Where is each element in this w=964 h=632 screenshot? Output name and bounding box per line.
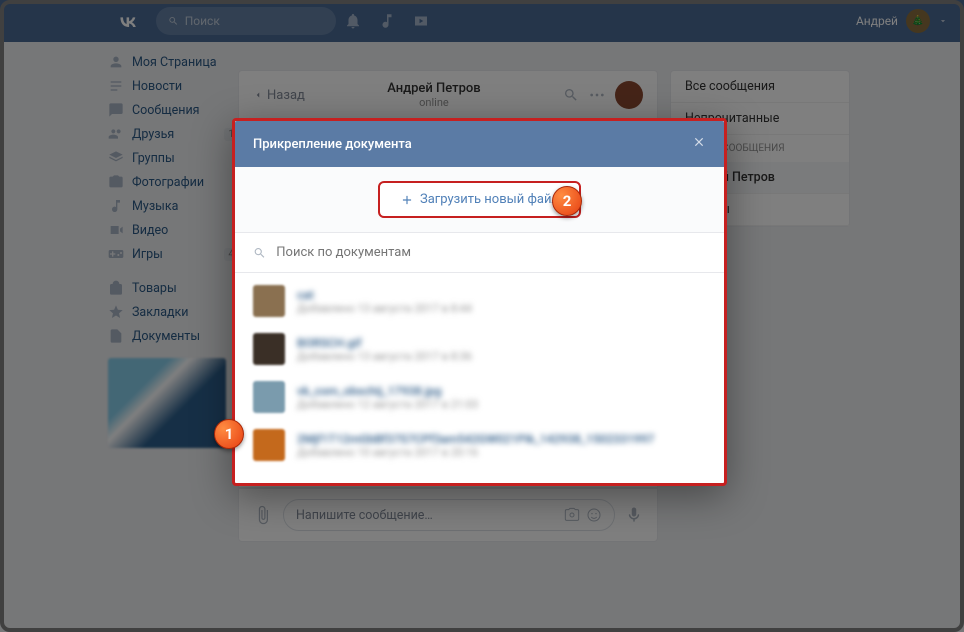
modal-header: Прикрепление документа bbox=[235, 121, 724, 167]
annotation-badge-1: 1 bbox=[214, 419, 244, 449]
plus-icon bbox=[400, 193, 414, 207]
upload-section: Загрузить новый файл bbox=[235, 167, 724, 233]
search-documents[interactable] bbox=[235, 233, 724, 273]
attach-document-modal: Прикрепление документа Загрузить новый ф… bbox=[232, 118, 727, 486]
doc-thumbnail bbox=[253, 333, 285, 365]
document-item[interactable]: vk_com_obschij_17938.jpgДобавлено 12 авг… bbox=[253, 373, 706, 421]
close-icon[interactable] bbox=[692, 135, 706, 153]
documents-search-input[interactable] bbox=[276, 245, 706, 260]
doc-thumbnail bbox=[253, 285, 285, 317]
document-item[interactable]: 2Mjf1T12mGbBf37S7CPf3am542GW021Pik_14293… bbox=[253, 421, 706, 469]
upload-new-file-button[interactable]: Загрузить новый файл bbox=[378, 181, 581, 218]
document-list: catДобавлено 13 августа 2017 в 8:44 BORS… bbox=[235, 273, 724, 483]
annotation-badge-2: 2 bbox=[552, 186, 582, 216]
modal-title: Прикрепление документа bbox=[253, 137, 412, 152]
search-icon bbox=[253, 246, 266, 260]
doc-thumbnail bbox=[253, 429, 285, 461]
document-item[interactable]: catДобавлено 13 августа 2017 в 8:44 bbox=[253, 277, 706, 325]
doc-thumbnail bbox=[253, 381, 285, 413]
document-item[interactable]: BORSCH.gifДобавлено 13 августа 2017 в 8:… bbox=[253, 325, 706, 373]
